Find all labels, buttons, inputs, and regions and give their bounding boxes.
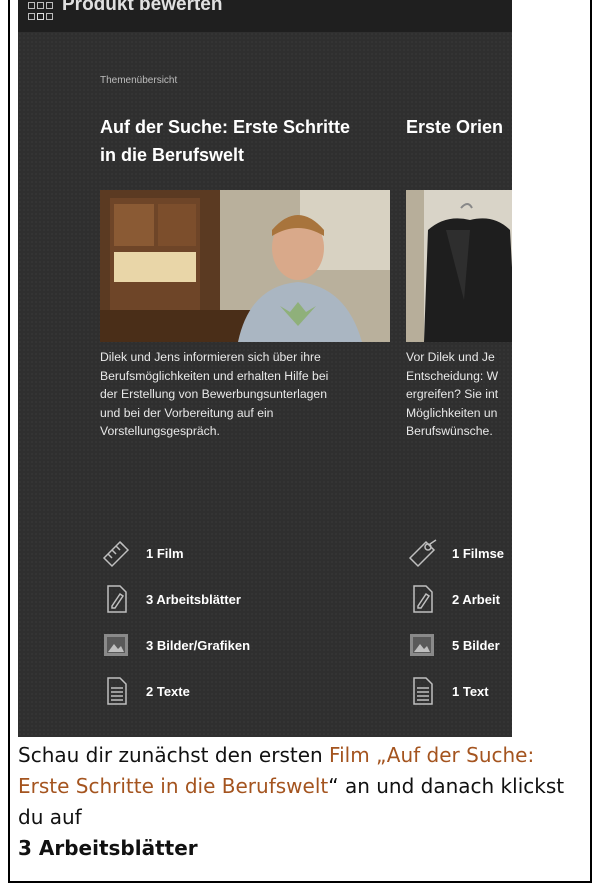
- app-grid-icon[interactable]: [28, 2, 54, 26]
- topic-title-2[interactable]: Erste Orien: [406, 113, 503, 141]
- instruction-part-1: Schau dir zunächst den ersten: [18, 743, 330, 767]
- topic-title-1[interactable]: Auf der Suche: Erste Schritte in die Ber…: [100, 113, 350, 169]
- feature-images[interactable]: 3 Bilder/Grafiken: [100, 630, 300, 660]
- topic-description-2: Vor Dilek und Je Entscheidung: W ergreif…: [406, 350, 499, 438]
- text-document-icon: [107, 677, 127, 705]
- instruction-text: Schau dir zunächst den ersten Film „Auf …: [18, 740, 588, 864]
- image-icon: [410, 634, 434, 656]
- film-icon: [102, 540, 130, 568]
- worksheet-icon: [107, 585, 127, 613]
- image-icon: [104, 634, 128, 656]
- screenshot-panel: Produkt bewerten Themenübersicht Auf der…: [18, 0, 512, 737]
- video-thumbnail-2[interactable]: [406, 190, 512, 342]
- film-clip-icon: [408, 539, 437, 568]
- feature-worksheets[interactable]: 3 Arbeitsblätter: [100, 584, 300, 614]
- feature-images-2[interactable]: 5 Bilder: [406, 630, 512, 660]
- feature-worksheets-2[interactable]: 2 Arbeit: [406, 584, 512, 614]
- text-document-icon: [413, 677, 433, 705]
- worksheets-emphasis: 3 Arbeitsblätter: [18, 836, 198, 860]
- clothing-still-image: [406, 190, 512, 342]
- header-title[interactable]: Produkt bewerten: [62, 0, 222, 16]
- feature-film[interactable]: 1 Film: [100, 538, 300, 568]
- feature-film-clip[interactable]: 1 Filmse: [406, 538, 512, 568]
- top-bar: Produkt bewerten: [18, 0, 512, 32]
- feature-texts-2[interactable]: 1 Text: [406, 676, 512, 706]
- topic-description-1: Dilek und Jens informieren sich über ihr…: [100, 350, 329, 438]
- video-thumbnail-1[interactable]: [100, 190, 390, 342]
- feature-texts[interactable]: 2 Texte: [100, 676, 300, 706]
- video-still-image: [100, 190, 390, 342]
- breadcrumb[interactable]: Themenübersicht: [100, 75, 177, 86]
- worksheet-icon: [413, 585, 433, 613]
